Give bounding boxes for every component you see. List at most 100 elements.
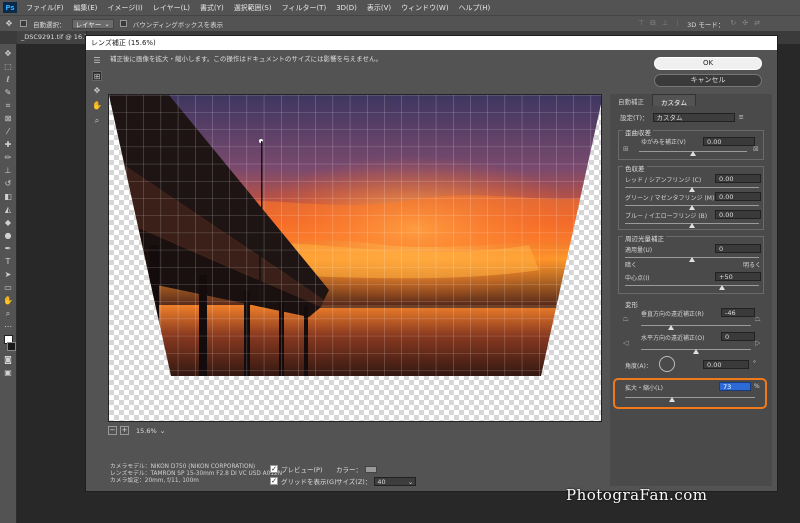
rectangle-icon[interactable]: ▭ (3, 283, 13, 292)
move-tool-icon[interactable]: ✥ (4, 19, 14, 28)
zoom-level[interactable]: 15.6% (136, 427, 157, 435)
vignette-amount-input[interactable]: 0 (715, 244, 761, 253)
blue-yellow-input[interactable]: 0.00 (715, 210, 761, 219)
background-color-swatch[interactable] (6, 342, 16, 351)
menu-filter[interactable]: フィルター(T) (277, 3, 332, 13)
angle-input[interactable]: 0.00 (703, 360, 749, 369)
show-grid-checkbox[interactable]: ✓ (270, 477, 278, 485)
lasso-icon[interactable]: ℓ (3, 75, 13, 84)
auto-select-checkbox[interactable] (20, 20, 27, 27)
green-magenta-slider-thumb[interactable] (689, 205, 695, 210)
blue-yellow-label: ブルー / イエローフリンジ (B) (625, 213, 708, 220)
pan-3d-icon[interactable]: ✣ (742, 19, 748, 29)
red-cyan-slider-thumb[interactable] (689, 187, 695, 192)
midpoint-input[interactable]: +50 (715, 272, 761, 281)
blur-icon[interactable]: ◆ (3, 218, 13, 227)
midpoint-slider-thumb[interactable] (719, 285, 725, 290)
preview-canvas[interactable] (108, 94, 602, 422)
settings-select[interactable]: カスタム (652, 112, 735, 122)
grid-size-select[interactable]: 40 ⌄ (374, 476, 417, 486)
menu-image[interactable]: イメージ(I) (102, 3, 147, 13)
red-cyan-input[interactable]: 0.00 (715, 174, 761, 183)
dodge-icon[interactable]: ● (3, 231, 13, 240)
distribute-icon[interactable]: ⋮ (674, 19, 681, 29)
vertical-perspective-slider[interactable] (641, 325, 751, 326)
type-icon[interactable]: T (3, 257, 13, 266)
distortion-input[interactable]: 0.00 (703, 137, 755, 146)
blue-yellow-slider-thumb[interactable] (689, 223, 695, 228)
menu-select[interactable]: 選択範囲(S) (229, 3, 277, 13)
marquee-icon[interactable]: ⬚ (3, 62, 13, 71)
layer-select[interactable]: レイヤー ⌄ (71, 18, 114, 29)
pen-icon[interactable]: ✒ (3, 244, 13, 253)
zoom-icon[interactable]: ⌕ (3, 309, 13, 318)
vertical-perspective-slider-thumb[interactable] (667, 325, 674, 330)
bounding-box-checkbox[interactable] (119, 20, 127, 27)
midpoint-slider[interactable] (625, 285, 759, 286)
grid-color-label: カラー： (336, 466, 362, 474)
slide-3d-icon[interactable]: ⇄ (754, 19, 760, 29)
preview-label: プレビュー(P) (281, 466, 323, 474)
eyedropper-icon[interactable]: ⁄ (3, 127, 13, 136)
chevron-down-icon[interactable]: ⌄ (160, 427, 166, 435)
quick-select-icon[interactable]: ✎ (3, 88, 13, 97)
vignette-title: 周辺光量補正 (623, 233, 666, 243)
menu-3d[interactable]: 3D(D) (331, 4, 362, 12)
path-select-icon[interactable]: ➤ (3, 270, 13, 279)
hand-icon[interactable]: ✋ (3, 296, 13, 305)
zoom-tool-icon[interactable]: ⌕ (92, 116, 102, 126)
distortion-slider-thumb[interactable] (690, 151, 696, 156)
camera-info: カメラモデル：NIKON D750 (NIKON CORPORATION) レン… (110, 464, 282, 485)
cancel-button[interactable]: キャンセル (654, 74, 762, 87)
grid-size-option: サイズ(Z)： 40 ⌄ (336, 476, 417, 486)
document-tab[interactable]: _DSC9291.tif @ 16.7 (17, 31, 87, 44)
tab-auto-correction[interactable]: 自動補正 (610, 94, 652, 106)
hand-tool-icon[interactable]: ✋ (92, 101, 102, 111)
menu-edit[interactable]: 編集(E) (69, 3, 103, 13)
align-top-icon[interactable]: ⊤ (638, 19, 644, 29)
menu-help[interactable]: ヘルプ(H) (454, 3, 496, 13)
align-bottom-icon[interactable]: ⊥ (662, 19, 668, 29)
menu-file[interactable]: ファイル(F) (21, 3, 69, 13)
horizontal-perspective-input[interactable]: 0 (721, 332, 755, 341)
vignette-amount-slider-thumb[interactable] (689, 257, 695, 262)
rotate-3d-icon[interactable]: ↻ (730, 19, 736, 29)
settings-menu-icon[interactable]: ≡ (739, 113, 744, 121)
settings-select-value: カスタム (656, 113, 683, 122)
healing-brush-icon[interactable]: ✚ (3, 140, 13, 149)
remove-distortion-tool-icon[interactable]: ☰ (92, 56, 102, 66)
ok-button[interactable]: OK (654, 57, 762, 70)
paint-bucket-icon[interactable]: ◭ (3, 205, 13, 214)
eraser-icon[interactable]: ◧ (3, 192, 13, 201)
menu-bar: Ps ファイル(F) 編集(E) イメージ(I) レイヤー(L) 書式(Y) 選… (0, 0, 800, 15)
menu-view[interactable]: 表示(V) (362, 3, 396, 13)
crop-icon[interactable]: ⌗ (3, 101, 13, 110)
vertical-perspective-input[interactable]: -46 (721, 308, 755, 317)
menu-window[interactable]: ウィンドウ(W) (396, 3, 453, 13)
menu-type[interactable]: 書式(Y) (195, 3, 229, 13)
tab-custom[interactable]: カスタム (652, 94, 696, 107)
zoom-out-button[interactable]: − (108, 426, 117, 435)
distortion-title: 歪曲収差 (623, 127, 653, 137)
preview-checkbox[interactable]: ✓ (270, 465, 278, 473)
grid-color-swatch[interactable] (365, 465, 377, 473)
move-icon[interactable]: ✥ (3, 49, 13, 58)
dialog-title: レンズ補正 (15.6%) (86, 36, 777, 50)
screen-mode-icon[interactable]: ▣ (3, 368, 13, 377)
angle-dial[interactable] (659, 356, 675, 372)
green-magenta-input[interactable]: 0.00 (715, 192, 761, 201)
zoom-in-button[interactable]: + (120, 426, 129, 435)
menu-layer[interactable]: レイヤー(L) (148, 3, 195, 13)
grid-size-label: サイズ(Z)： (336, 478, 372, 486)
history-brush-icon[interactable]: ↺ (3, 179, 13, 188)
frame-icon[interactable]: ⊠ (3, 114, 13, 123)
brush-icon[interactable]: ✏ (3, 153, 13, 162)
zoom-controls: − + 15.6% ⌄ (108, 426, 166, 435)
clone-stamp-icon[interactable]: ⊥ (3, 166, 13, 175)
straighten-tool-icon[interactable]: ⊞ (92, 71, 102, 81)
more-tools-icon[interactable]: ⋯ (3, 322, 13, 331)
align-middle-icon[interactable]: ⊟ (650, 19, 656, 29)
move-grid-tool-icon[interactable]: ✥ (92, 86, 102, 96)
quick-mask-icon[interactable]: ◙ (3, 355, 13, 364)
horizontal-perspective-slider-thumb[interactable] (693, 349, 699, 354)
